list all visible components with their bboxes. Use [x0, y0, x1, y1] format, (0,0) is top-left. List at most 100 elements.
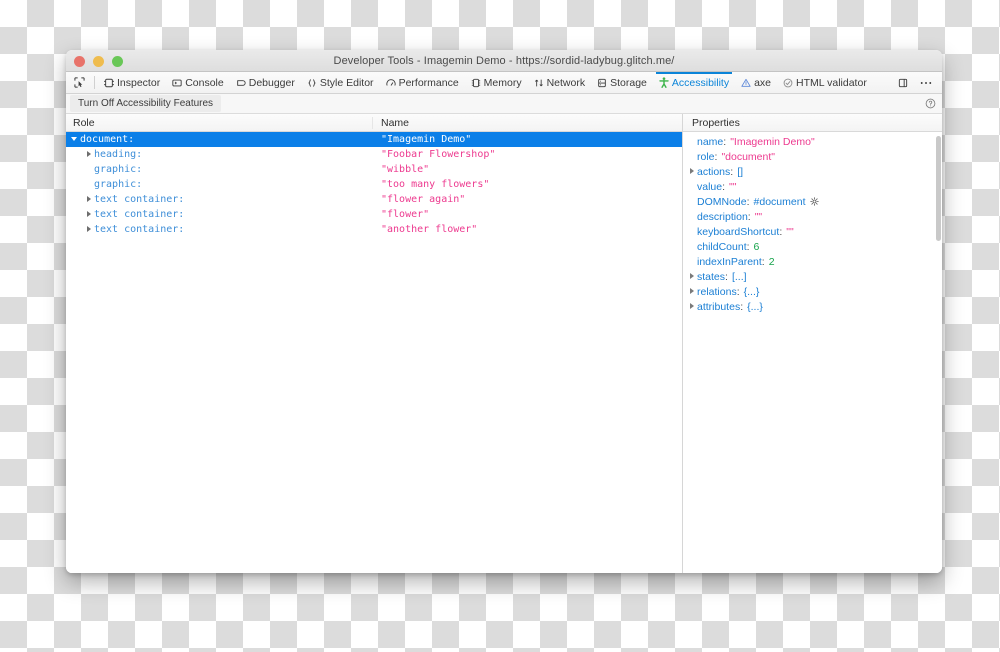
chevron-right-icon[interactable] — [85, 225, 94, 234]
tab-debugger[interactable]: Debugger — [230, 72, 301, 93]
tree-row-name-cell: "another flower" — [381, 224, 478, 235]
property-row[interactable]: keyboardShortcut: "" — [683, 224, 942, 239]
tab-network[interactable]: Network — [528, 72, 592, 93]
tree-row-role-label: document: — [80, 134, 135, 145]
tab-inspector-label: Inspector — [117, 76, 161, 89]
ellipsis-icon — [920, 78, 932, 88]
property-row[interactable]: indexInParent:2 — [683, 254, 942, 269]
property-key: name — [697, 135, 724, 148]
property-row[interactable]: relations: {...} — [683, 284, 942, 299]
property-row[interactable]: attributes: {...} — [683, 299, 942, 314]
chevron-right-icon[interactable] — [688, 167, 697, 176]
twisty-placeholder — [688, 197, 697, 206]
property-key: actions — [697, 165, 731, 178]
twisty-placeholder — [688, 137, 697, 146]
property-row[interactable]: role: "document" — [683, 149, 942, 164]
memory-icon — [471, 78, 481, 88]
inspector-icon — [104, 78, 114, 88]
tab-axe[interactable]: axe — [735, 72, 777, 93]
tree-row[interactable]: graphic: "too many flowers" — [66, 177, 682, 192]
chevron-right-icon[interactable] — [85, 150, 94, 159]
twisty-placeholder — [85, 165, 94, 174]
properties-pane: Properties name: "Imagemin Demo" role: "doc… — [683, 114, 942, 573]
property-key: value — [697, 180, 723, 193]
help-circle-icon[interactable] — [925, 98, 936, 109]
tree-row-role-cell: graphic: — [66, 164, 373, 175]
style-editor-icon — [307, 78, 317, 88]
property-row[interactable]: DOMNode: #document — [683, 194, 942, 209]
maximize-button[interactable] — [112, 55, 123, 67]
tab-network-label: Network — [546, 76, 586, 89]
twisty-placeholder — [688, 257, 697, 266]
property-row[interactable]: states: [...] — [683, 269, 942, 284]
property-row[interactable]: name: "Imagemin Demo" — [683, 134, 942, 149]
property-key: relations — [697, 285, 737, 298]
tab-console[interactable]: Console — [166, 72, 230, 93]
tab-html-validator[interactable]: HTML validator — [777, 72, 873, 93]
accessibility-tree-rows: document: "Imagemin Demo" heading: "Foobar … — [66, 132, 682, 573]
property-colon: : — [725, 270, 728, 283]
property-value: [] — [737, 165, 744, 178]
chevron-right-icon[interactable] — [688, 302, 697, 311]
chevron-right-icon[interactable] — [688, 287, 697, 296]
tab-accessibility[interactable]: Accessibility — [653, 72, 735, 93]
element-picker-button[interactable] — [68, 72, 91, 93]
performance-icon — [385, 78, 396, 88]
property-key: childCount — [697, 240, 747, 253]
gear-icon[interactable] — [810, 197, 820, 206]
tree-row[interactable]: text container: "another flower" — [66, 222, 682, 237]
property-value: [...] — [731, 270, 747, 283]
tree-column-headers: Role Name — [66, 114, 682, 132]
close-button[interactable] — [74, 55, 85, 67]
property-value: {...} — [743, 285, 760, 298]
property-value: "" — [754, 210, 763, 223]
tree-row-name-cell: "Imagemin Demo" — [381, 134, 472, 145]
tree-row[interactable]: text container: "flower again" — [66, 192, 682, 207]
chevron-right-icon[interactable] — [85, 195, 94, 204]
property-colon: : — [746, 240, 750, 253]
tab-inspector[interactable]: Inspector — [98, 72, 166, 93]
turn-off-accessibility-button[interactable]: Turn Off Accessibility Features — [70, 95, 222, 112]
tree-row-name-cell: "Foobar Flowershop" — [381, 149, 496, 160]
tree-row-name-cell: "flower" — [381, 209, 430, 220]
property-key: description — [697, 210, 748, 223]
dock-position-button[interactable] — [892, 72, 914, 93]
tab-style-editor-label: Style Editor — [319, 76, 374, 89]
window-titlebar: Developer Tools - Imagemin Demo - https:… — [66, 50, 942, 72]
property-value: "Imagemin Demo" — [730, 135, 815, 148]
property-value: 6 — [753, 240, 760, 253]
chevron-right-icon[interactable] — [688, 272, 697, 281]
chevron-right-icon[interactable] — [85, 210, 94, 219]
property-value: "" — [786, 225, 794, 238]
column-header-role[interactable]: Role — [66, 116, 373, 129]
property-row[interactable]: description: "" — [683, 209, 942, 224]
tab-debugger-label: Debugger — [248, 76, 295, 89]
minimize-button[interactable] — [93, 55, 104, 67]
tab-performance[interactable]: Performance — [380, 72, 465, 93]
tab-storage[interactable]: Storage — [591, 72, 653, 93]
tree-row[interactable]: heading: "Foobar Flowershop" — [66, 147, 682, 162]
property-key: states — [697, 270, 726, 283]
toolbar-overflow-button[interactable] — [914, 72, 938, 93]
tab-style-editor[interactable]: Style Editor — [301, 72, 380, 93]
tab-memory[interactable]: Memory — [465, 72, 528, 93]
property-row[interactable]: childCount:6 — [683, 239, 942, 254]
toolbar-divider — [94, 76, 95, 89]
property-key: keyboardShortcut — [697, 225, 780, 238]
property-row[interactable]: actions:[] — [683, 164, 942, 179]
property-key: DOMNode — [697, 195, 747, 208]
element-picker-icon — [74, 77, 85, 88]
html-validator-icon — [783, 78, 793, 88]
tree-row-role-label: text container: — [94, 224, 185, 235]
tree-row-name-cell: "too many flowers" — [381, 179, 490, 190]
column-header-name[interactable]: Name — [373, 117, 682, 129]
property-colon: : — [730, 165, 734, 178]
chevron-down-icon[interactable] — [71, 135, 80, 144]
tab-axe-label: axe — [754, 76, 772, 89]
tree-row[interactable]: text container: "flower" — [66, 207, 682, 222]
property-row[interactable]: value: "" — [683, 179, 942, 194]
tree-row[interactable]: document: "Imagemin Demo" — [66, 132, 682, 147]
tree-row[interactable]: graphic: "wibble" — [66, 162, 682, 177]
properties-scrollbar[interactable] — [936, 136, 941, 241]
